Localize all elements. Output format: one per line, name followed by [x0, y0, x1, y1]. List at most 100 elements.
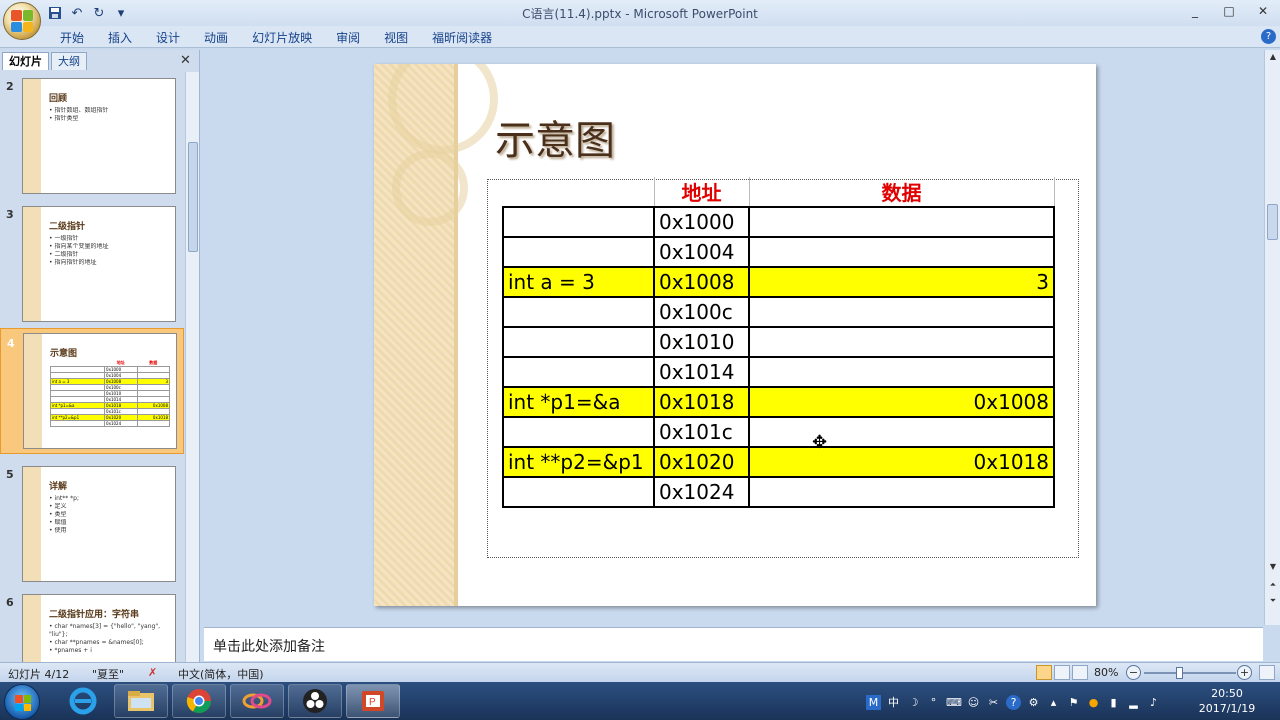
- tab-slideshow[interactable]: 幻灯片放映: [240, 29, 324, 47]
- slide-counter: 幻灯片 4/12: [8, 668, 70, 681]
- ime-m-icon[interactable]: M: [866, 694, 881, 710]
- slide-title[interactable]: 示意图: [495, 108, 615, 166]
- theme-name: "夏至": [92, 668, 125, 681]
- table-header: 地址: [654, 177, 750, 207]
- help-tray-icon[interactable]: ?: [1006, 694, 1021, 710]
- slideshow-view-button[interactable]: [1072, 665, 1088, 680]
- moon-icon[interactable]: ☽: [906, 695, 921, 710]
- prev-slide-icon[interactable]: ⏶: [1267, 580, 1279, 592]
- thumbnail-slide-5[interactable]: 5 详解 • int** *p; • 定义 • 类型 • 赋值 • 使用: [0, 460, 184, 582]
- thumbnail-preview: 二级指针 • 一级指针 • 指向某个变量的地址 • 二级指针 • 指向指针的地址: [22, 206, 176, 322]
- slide-canvas[interactable]: 示意图 地址 数据 0x1000 0x1004 int a = 3 0x1008 3…: [374, 64, 1096, 606]
- tab-animations[interactable]: 动画: [192, 29, 240, 47]
- thumbnail-line: • 指向指针的地址: [49, 259, 97, 266]
- scissors-icon[interactable]: ✂: [986, 695, 1001, 710]
- chrome-icon[interactable]: [172, 684, 226, 718]
- system-tray: M 中 ☽ ° ⌨ ☺ ✂ ? ⚙ ▴ ⚑ ● ▮ ▂ ♪: [866, 692, 1161, 712]
- slide-decor-swirl: [392, 150, 468, 226]
- svg-text:P: P: [369, 697, 376, 708]
- memory-table[interactable]: 地址 数据 0x1000 0x1004 int a = 3 0x1008 3 0x1…: [502, 177, 1055, 508]
- thumbnail-line: • 使用: [49, 527, 67, 534]
- thumbnail-mini-table: 地址 数据 0x1000 0x1004 int a = 3 0x1008 3 0x10…: [49, 360, 171, 427]
- close-button[interactable]: ✕: [1246, 0, 1280, 22]
- thumbnail-title: 回顾: [49, 94, 68, 104]
- thumbnail-slide-6[interactable]: 6 二级指针应用：字符串 • char *names[3] = {"hello"…: [0, 588, 184, 662]
- tab-insert[interactable]: 插入: [96, 29, 144, 47]
- slide-scrollbar-thumb[interactable]: [1267, 204, 1278, 240]
- panel-close-icon[interactable]: ✕: [180, 53, 191, 68]
- slide-scrollbar[interactable]: ▲ ▼ ⏶ ⏷: [1264, 50, 1280, 625]
- thumbnail-preview: 回顾 • 指针数组、数组指针 • 指针类型: [22, 78, 176, 194]
- thumbnail-line: • *pnames + i: [49, 647, 92, 654]
- zoom-in-button[interactable]: +: [1237, 665, 1252, 680]
- app-icon[interactable]: [230, 684, 284, 718]
- tab-home[interactable]: 开始: [48, 29, 96, 47]
- tab-view[interactable]: 视图: [372, 29, 420, 47]
- office-button[interactable]: [3, 2, 41, 40]
- ribbon-tabs: 开始 插入 设计 动画 幻灯片放映 审阅 视图 福昕阅读器: [48, 29, 504, 47]
- table-row: int *p1=&a 0x1018 0x1008: [502, 386, 1055, 418]
- next-slide-icon[interactable]: ⏷: [1267, 596, 1279, 608]
- tab-review[interactable]: 审阅: [324, 29, 372, 47]
- thumbnail-line: • 指向某个变量的地址: [49, 243, 109, 250]
- thumbnail-line: • 定义: [49, 503, 67, 510]
- help-icon[interactable]: ?: [1261, 29, 1276, 44]
- smiley-icon[interactable]: ☺: [966, 695, 981, 710]
- powerpoint-icon[interactable]: P: [346, 684, 400, 718]
- flag-icon[interactable]: ⚑: [1066, 695, 1081, 710]
- obs-icon[interactable]: [288, 684, 342, 718]
- thumbnail-line: • 赋值: [49, 519, 67, 526]
- thumbnail-line: • 指针类型: [49, 115, 79, 122]
- network-icon[interactable]: ▮: [1106, 695, 1121, 710]
- thumbnail-preview: 详解 • int** *p; • 定义 • 类型 • 赋值 • 使用: [22, 466, 176, 582]
- zoom-slider[interactable]: [1144, 667, 1236, 679]
- tab-slides[interactable]: 幻灯片: [2, 52, 49, 70]
- ie-icon[interactable]: [56, 684, 110, 718]
- antivirus-icon[interactable]: ●: [1086, 695, 1101, 710]
- thumbnail-preview: 二级指针应用：字符串 • char *names[3] = {"hello", …: [22, 594, 176, 662]
- volume-icon[interactable]: ♪: [1146, 695, 1161, 710]
- minimize-button[interactable]: _: [1178, 0, 1212, 22]
- thumbnail-title: 二级指针: [49, 222, 86, 232]
- thumbnail-line: • 类型: [49, 511, 67, 518]
- zoom-out-button[interactable]: −: [1126, 665, 1141, 680]
- tab-design[interactable]: 设计: [144, 29, 192, 47]
- keyboard-icon[interactable]: ⌨: [946, 695, 962, 710]
- fit-slide-button[interactable]: [1259, 665, 1275, 680]
- thumbnail-scrollbar[interactable]: [185, 72, 199, 662]
- expand-tray-icon[interactable]: ▴: [1046, 695, 1061, 710]
- system-clock[interactable]: 20:50 2017/1/19: [1196, 686, 1258, 716]
- thumbnail-line: "liu"};: [49, 631, 68, 638]
- spellcheck-icon[interactable]: ✗: [148, 666, 157, 679]
- degree-icon[interactable]: °: [926, 695, 941, 710]
- thumbnail-title: 二级指针应用：字符串: [49, 610, 140, 620]
- start-button[interactable]: [4, 684, 40, 720]
- normal-view-button[interactable]: [1036, 665, 1052, 680]
- scroll-down-icon[interactable]: ▼: [1267, 562, 1279, 574]
- explorer-icon[interactable]: [114, 684, 168, 718]
- thumbnail-slide-4[interactable]: 4 示意图 地址 数据 0x1000 0x1004 int a = 3 0x1008…: [0, 328, 184, 454]
- zoom-slider-knob[interactable]: [1176, 667, 1183, 679]
- language-indicator[interactable]: 中文(简体，中国): [178, 666, 264, 682]
- thumbnail-number: 5: [6, 468, 14, 481]
- thumbnail-line: • 二级指针: [49, 251, 79, 258]
- office-logo-icon: [11, 10, 33, 32]
- zoom-level[interactable]: 80%: [1094, 666, 1118, 679]
- table-row: 0x1010: [502, 326, 1055, 358]
- scroll-up-icon[interactable]: ▲: [1267, 52, 1279, 64]
- maximize-button[interactable]: □: [1212, 0, 1246, 22]
- settings-icon[interactable]: ⚙: [1026, 695, 1041, 710]
- thumbnail-slide-2[interactable]: 2 回顾 • 指针数组、数组指针 • 指针类型: [0, 72, 184, 194]
- title-bar: ↶ ↻ ▾ C语言(11.4).pptx - Microsoft PowerPo…: [0, 0, 1280, 26]
- windows-logo-icon: [15, 695, 31, 711]
- signal-icon[interactable]: ▂: [1126, 695, 1141, 710]
- tab-outline[interactable]: 大纲: [51, 52, 87, 70]
- thumbnail-slide-3[interactable]: 3 二级指针 • 一级指针 • 指向某个变量的地址 • 二级指针 • 指向指针的…: [0, 200, 184, 322]
- thumbnail-number: 2: [6, 80, 14, 93]
- thumbnail-scrollbar-thumb[interactable]: [188, 142, 198, 252]
- notes-pane[interactable]: 单击此处添加备注: [204, 627, 1263, 661]
- slide-sorter-button[interactable]: [1054, 665, 1070, 680]
- table-row: 0x100c: [502, 296, 1055, 328]
- tab-foxit-reader[interactable]: 福昕阅读器: [420, 29, 504, 47]
- ime-zh-icon[interactable]: 中: [886, 695, 901, 710]
